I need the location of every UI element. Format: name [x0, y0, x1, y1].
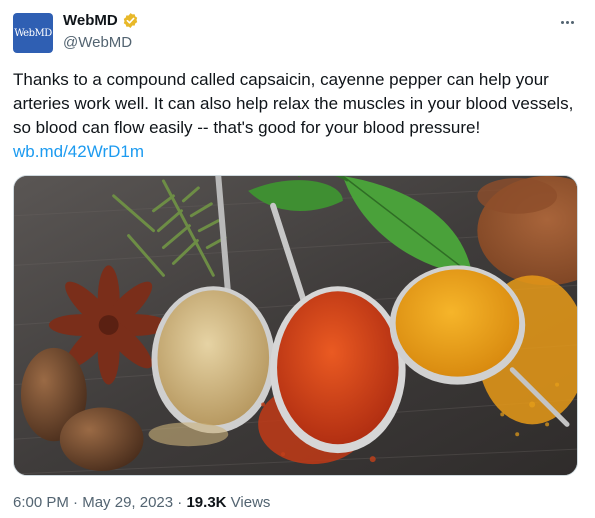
meta-separator: ·	[177, 494, 183, 511]
tweet-text: Thanks to a compound called capsaicin, c…	[13, 70, 574, 137]
more-horizontal-icon[interactable]	[557, 12, 577, 32]
tweet-link[interactable]: wb.md/42WrD1m	[13, 140, 144, 164]
tweet-time[interactable]: 6:00 PM	[13, 494, 69, 511]
handle[interactable]: @WebMD	[63, 34, 132, 51]
tweet-meta: 6:00 PM · May 29, 2023 · 19.3K Views	[13, 494, 270, 511]
author-name-row: WebMD	[63, 12, 139, 29]
verified-gold-icon[interactable]	[122, 12, 139, 29]
views-count: 19.3K	[186, 494, 227, 511]
spices-photo	[14, 176, 577, 475]
views-label: Views	[230, 494, 271, 511]
meta-separator: ·	[73, 494, 79, 511]
display-name[interactable]: WebMD	[63, 12, 118, 29]
tweet-date[interactable]: May 29, 2023	[82, 494, 173, 511]
avatar-logo-text: WebMD	[14, 27, 52, 39]
tweet-card: WebMD WebMD @WebMD Thanks to a compound …	[0, 0, 595, 518]
tweet-image-spices[interactable]	[13, 175, 578, 476]
avatar[interactable]: WebMD	[13, 13, 53, 53]
